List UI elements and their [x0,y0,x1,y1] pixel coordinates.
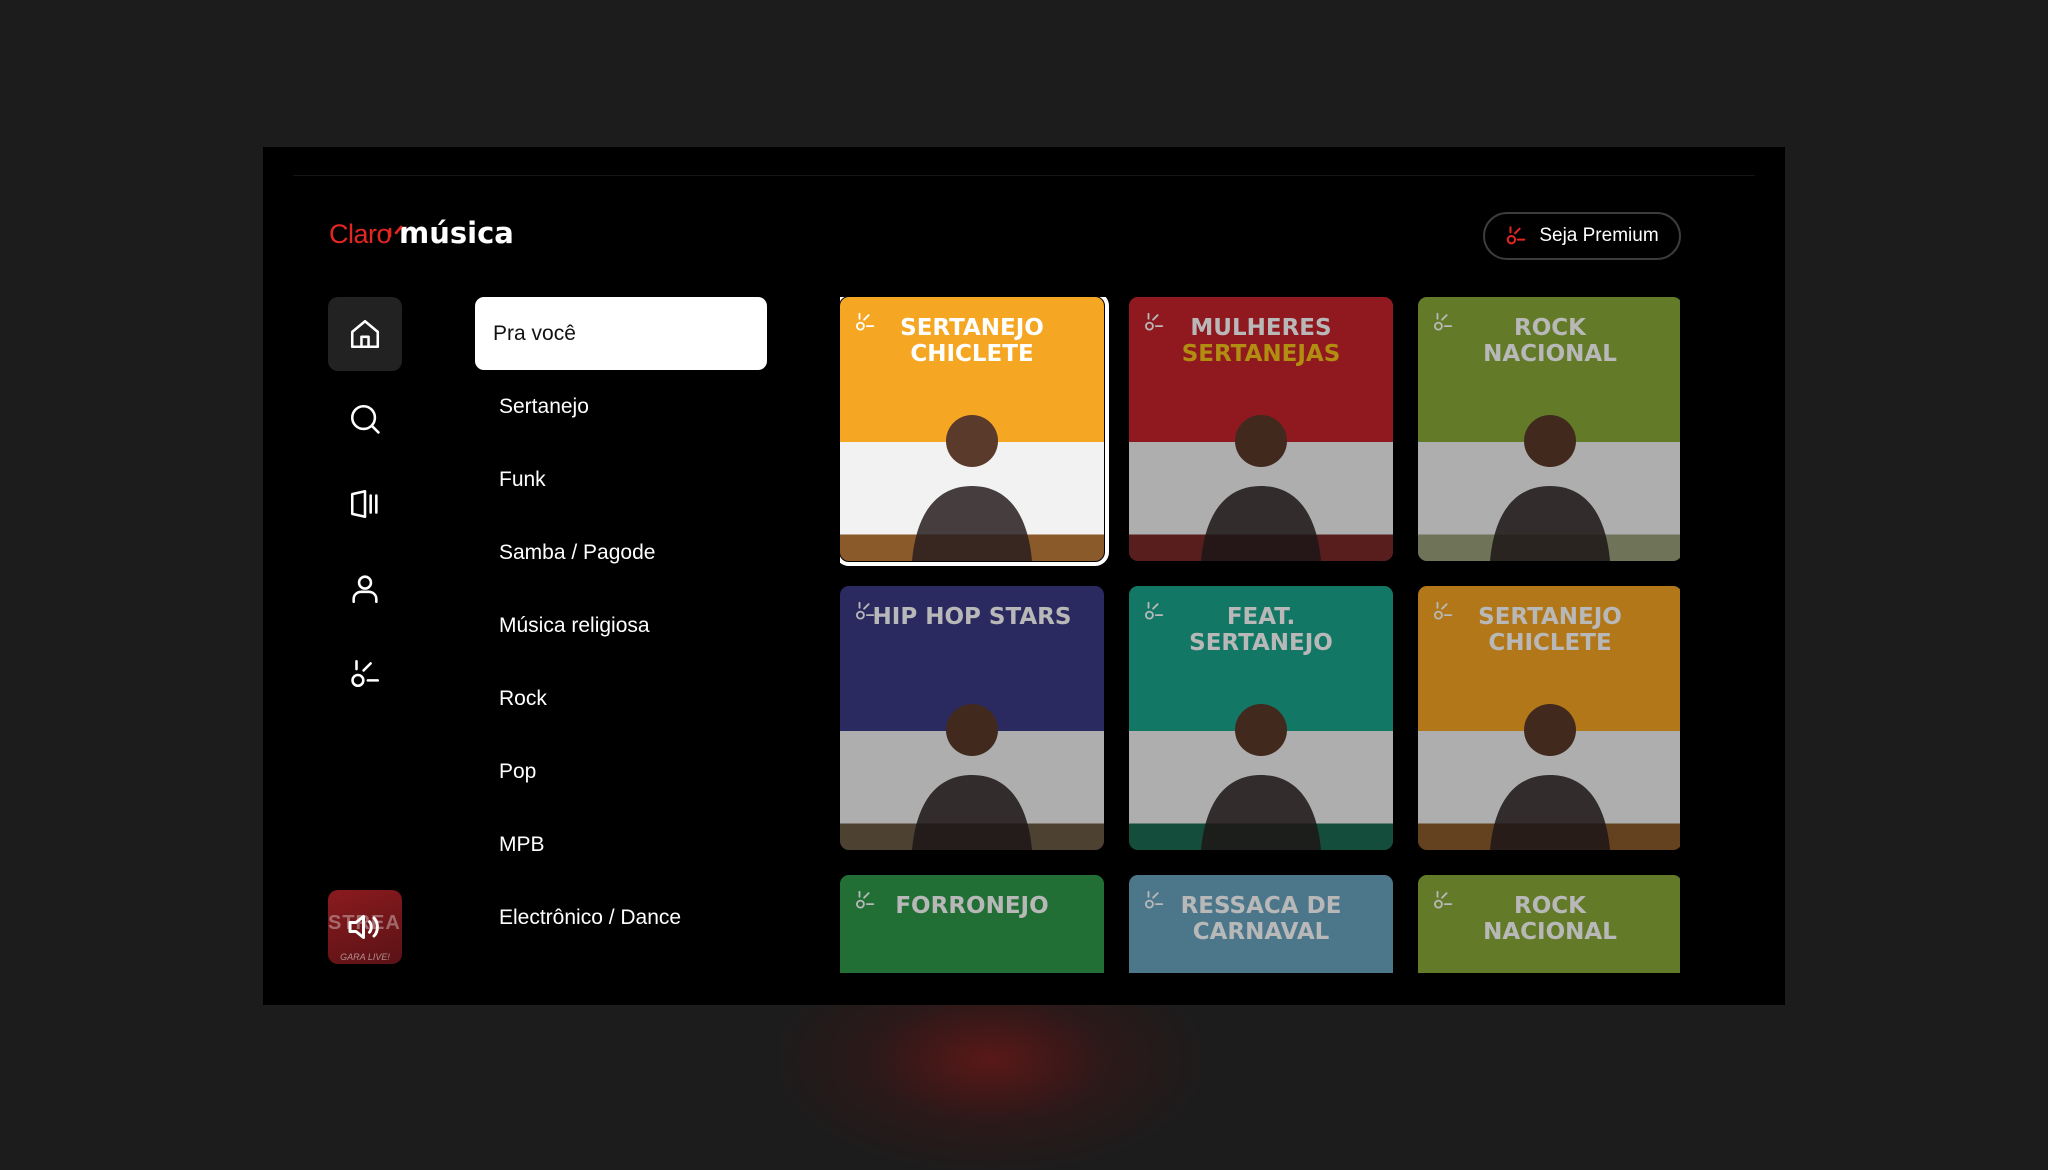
logo-claro: Claro [329,219,392,249]
genre-item[interactable]: Sertanejo [475,370,767,443]
genre-item[interactable]: Pra você [475,297,767,370]
nav-library[interactable] [328,467,402,541]
playlist-title-line: CHICLETE [910,341,1034,367]
divider [293,175,1755,176]
unfocused-overlay [1129,586,1393,850]
unfocused-overlay [1418,586,1680,850]
now-playing-art-sub: GARA LIVE! [340,952,390,962]
premium-button[interactable]: Seja Premium [1483,212,1681,260]
nav-home[interactable] [328,297,402,371]
genre-item[interactable]: Samba / Pagode [475,516,767,589]
nav-claro[interactable] [328,637,402,711]
claro-spark-icon [351,659,380,688]
genre-item[interactable]: MPB [475,808,767,881]
claro-spark-icon [1507,226,1526,245]
genre-item[interactable]: Pop [475,735,767,808]
playlist-card[interactable]: FEAT. SERTANEJO [1129,586,1393,850]
genre-list: Pra você Sertanejo Funk Samba / Pagode M… [475,297,767,954]
logo-musica: música [399,216,514,250]
premium-label: Seja Premium [1539,225,1659,246]
profile-icon [352,575,378,604]
app-logo: Claro música [329,210,514,250]
unfocused-overlay [1129,875,1393,973]
playlist-artist-figure [912,415,1032,561]
library-icon [350,489,378,519]
home-icon [350,319,380,349]
playlist-title-line: SERTANEJO [900,315,1044,341]
genre-item[interactable]: Rock [475,662,767,735]
search-icon [350,404,380,434]
genre-item[interactable]: Música religiosa [475,589,767,662]
playlist-card[interactable]: ROCK NACIONAL [1418,875,1680,973]
genre-item[interactable]: Funk [475,443,767,516]
unfocused-overlay [1418,297,1680,561]
playlist-title: SERTANEJO CHICLETE [840,315,1104,367]
nav-search[interactable] [328,382,402,456]
playlist-card[interactable]: RESSACA DE CARNAVAL [1129,875,1393,973]
playlist-card[interactable]: SERTANEJO CHICLETE [840,297,1104,561]
playlist-card[interactable]: HIP HOP STARS [840,586,1104,850]
nav-profile[interactable] [328,552,402,626]
playlist-grid: SERTANEJO CHICLETE MULHERES SERTANEJAS ROCK N… [840,297,1680,973]
playlist-card[interactable]: MULHERES SERTANEJAS [1129,297,1393,561]
volume-icon [348,915,379,939]
tv-screen: Claro música Seja Premium STREA GARA LIV… [263,147,1785,1005]
unfocused-overlay [840,586,1104,850]
genre-item[interactable]: Electrônico / Dance [475,881,767,954]
unfocused-overlay [1418,875,1680,973]
sidebar-nav [328,297,402,722]
playlist-card[interactable]: ROCK NACIONAL [1418,297,1680,561]
now-playing-thumbnail[interactable]: STREAKS GARA LIVE! [328,890,402,964]
unfocused-overlay [840,875,1104,973]
unfocused-overlay [1129,297,1393,561]
playlist-card[interactable]: SERTANEJO CHICLETE [1418,586,1680,850]
playlist-card[interactable]: FORRONEJO [840,875,1104,973]
